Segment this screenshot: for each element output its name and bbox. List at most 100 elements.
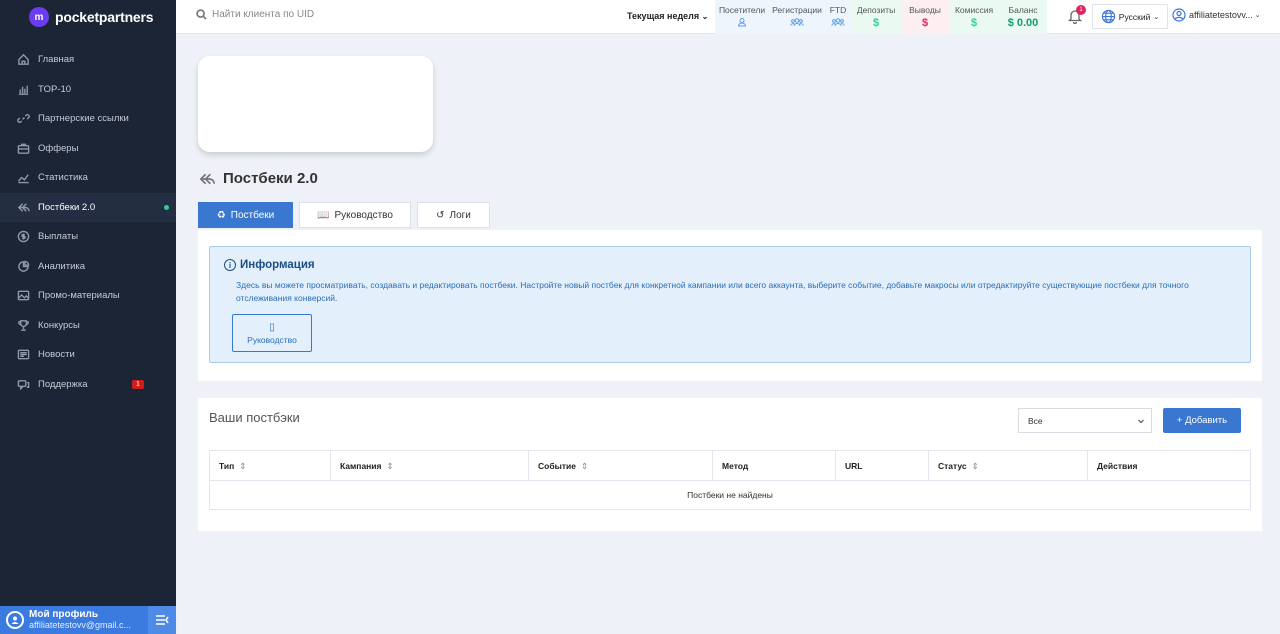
home-icon	[16, 53, 30, 67]
notifications-badge: 1	[1076, 5, 1086, 15]
news-icon	[16, 348, 30, 362]
notifications-button[interactable]: 1	[1067, 5, 1086, 26]
sidebar-item-link[interactable]: Партнерские ссылки	[0, 104, 176, 134]
sidebar-item-support[interactable]: Поддержка 1	[0, 370, 176, 400]
stat-6: Баланс $ 0.00	[999, 0, 1047, 34]
empty-row: Постбеки не найдены	[687, 490, 773, 500]
postback-icon	[16, 200, 30, 214]
stat-label: FTD	[829, 4, 847, 15]
brand-name: pocketpartners	[55, 9, 154, 25]
user-menu[interactable]: affiliatetestovv... ⌄	[1172, 8, 1261, 22]
postback-icon	[199, 173, 216, 184]
info-text: Здесь вы можете просматривать, создавать…	[236, 280, 1189, 303]
stat-value: $	[921, 17, 929, 29]
column-header[interactable]: Событие ⇕	[529, 451, 713, 481]
chevron-down-icon	[1138, 419, 1144, 424]
link-icon	[16, 112, 30, 126]
sidebar-item-label: Статистика	[38, 172, 88, 184]
search-input[interactable]: Найти клиента по UID	[196, 9, 314, 20]
tabs: ♻ Постбеки 📖 Руководство ↺ Логи	[198, 202, 496, 228]
stat-label: Посетители	[718, 4, 766, 15]
status-filter-select[interactable]: Все	[1018, 408, 1152, 433]
sidebar-item-label: Поддержка	[38, 378, 88, 390]
sort-icon: ⇕	[239, 460, 247, 471]
sidebar-item-line-chart[interactable]: Статистика	[0, 163, 176, 193]
stat-1: Регистрации	[769, 0, 825, 34]
sidebar-item-label: Выплаты	[38, 231, 79, 243]
profile-panel[interactable]: Мой профиль affiliatetestovv@gmail.c...	[0, 606, 176, 634]
line-chart-icon	[16, 171, 30, 185]
sidebar-item-trophy[interactable]: Конкурсы	[0, 311, 176, 341]
sidebar-item-label: Офферы	[38, 142, 79, 154]
sidebar-item-image[interactable]: Промо-материалы	[0, 281, 176, 311]
sort-icon: ⇕	[580, 460, 589, 471]
stat-3: Депозиты $	[851, 0, 901, 34]
briefcase-icon	[16, 141, 30, 155]
sidebar-item-label: Промо-материалы	[38, 290, 120, 302]
stat-value: $	[872, 17, 880, 29]
info-title: i Информация	[224, 259, 315, 271]
profile-email: affiliatetestovv@gmail.c...	[29, 619, 132, 630]
top-header: Найти клиента по UID Текущая неделя ⌄ По…	[176, 0, 1280, 34]
tab-postbacks[interactable]: ♻ Постбеки	[198, 202, 293, 228]
column-header[interactable]: Тип ⇕	[210, 451, 331, 481]
logo-icon: m	[29, 7, 49, 27]
chevron-down-icon: ⌄	[701, 12, 709, 21]
column-header: Метод	[713, 451, 836, 481]
column-header[interactable]: Кампания ⇕	[331, 451, 529, 481]
active-indicator	[164, 204, 169, 210]
collapse-sidebar-icon[interactable]	[148, 606, 176, 634]
support-badge: 1	[132, 379, 144, 389]
profile-title: Мой профиль	[29, 610, 99, 621]
stat-label: Комиссия	[954, 5, 994, 15]
postbacks-panel: Ваши постбэки Все + Добавить Тип ⇕ Кампани…	[198, 398, 1262, 531]
column-header[interactable]: Статус ⇕	[929, 451, 1088, 481]
sidebar: m pocketpartners Главная TOP-10 Партнерски…	[0, 0, 176, 634]
sort-icon: ⇕	[386, 460, 394, 471]
info-icon: i	[224, 259, 236, 271]
stat-label: Регистрации	[772, 4, 822, 15]
sidebar-item-dollar-circle[interactable]: Выплаты	[0, 222, 176, 252]
stat-5: Комиссия $	[949, 0, 999, 34]
sidebar-item-pie-chart[interactable]: Аналитика	[0, 252, 176, 282]
recycle-icon: ♻	[216, 209, 226, 221]
user-icon	[6, 611, 24, 629]
sort-icon: ⇕	[971, 460, 979, 471]
guide-button[interactable]: ▯ Руководство	[232, 314, 312, 352]
sidebar-item-label: Конкурсы	[38, 319, 80, 331]
tab-guide[interactable]: 📖 Руководство	[299, 202, 411, 228]
bar-chart-icon	[16, 82, 30, 96]
logo[interactable]: m pocketpartners	[0, 0, 176, 34]
dollar-circle-icon	[16, 230, 30, 244]
sidebar-item-news[interactable]: Новости	[0, 340, 176, 370]
language-select[interactable]: Русский ⌄	[1092, 4, 1168, 29]
banner-card	[198, 56, 433, 152]
globe-icon	[1101, 9, 1115, 24]
table-header: Тип ⇕ Кампания ⇕ Событие ⇕ Метод URL Статус ⇕ Дейс…	[210, 451, 1250, 481]
sidebar-item-label: Главная	[38, 54, 75, 66]
period-select[interactable]: Текущая неделя ⌄	[627, 11, 708, 21]
info-alert: i Информация Здесь вы можете просматрива…	[209, 246, 1251, 363]
book-icon: 📖	[317, 209, 330, 221]
add-postback-button[interactable]: + Добавить	[1163, 408, 1241, 433]
user-circle-icon	[1172, 8, 1186, 22]
pie-chart-icon	[16, 259, 30, 273]
chevron-down-icon: ⌄	[1254, 12, 1261, 19]
tab-logs[interactable]: ↺ Логи	[417, 202, 490, 228]
list-title: Ваши постбэки	[209, 410, 300, 425]
sidebar-item-briefcase[interactable]: Офферы	[0, 134, 176, 164]
sidebar-item-label: Новости	[38, 349, 75, 361]
info-panel: i Информация Здесь вы можете просматрива…	[198, 230, 1262, 381]
stat-0: Посетители	[715, 0, 769, 34]
sidebar-item-home[interactable]: Главная	[0, 45, 176, 75]
search-icon	[196, 9, 207, 20]
history-icon: ↺	[436, 209, 445, 221]
stat-value: $ 0.00	[1007, 17, 1039, 29]
sidebar-item-postback[interactable]: Постбеки 2.0	[0, 192, 176, 222]
sidebar-item-bar-chart[interactable]: TOP-10	[0, 75, 176, 105]
page-title: Постбеки 2.0	[198, 170, 318, 187]
sidebar-item-label: Аналитика	[38, 260, 86, 272]
sidebar-item-label: Партнерские ссылки	[38, 113, 129, 125]
stat-4: Выводы $	[901, 0, 949, 34]
search-placeholder: Найти клиента по UID	[212, 9, 315, 20]
